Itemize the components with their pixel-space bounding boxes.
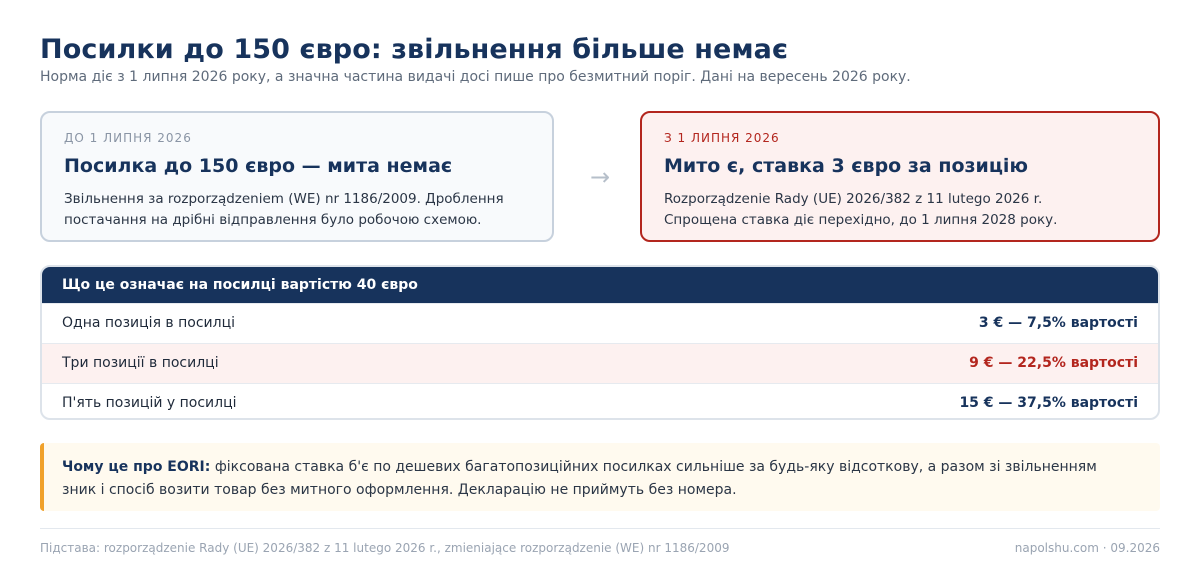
footer-site: napolshu.com · 09.2026 bbox=[1014, 541, 1160, 555]
before-card-title: Посилка до 150 євро — мита немає bbox=[64, 155, 453, 177]
before-card-body-line: постачання на дрібні відправлення було р… bbox=[64, 212, 482, 228]
note-lead: Чому це про EORI: bbox=[62, 459, 211, 475]
before-card-eyebrow: ДО 1 ЛИПНЯ 2026 bbox=[64, 131, 192, 145]
page-title: Посилки до 150 євро: звільнення більше н… bbox=[40, 34, 789, 65]
before-card: ДО 1 ЛИПНЯ 2026 Посилка до 150 євро — ми… bbox=[40, 111, 554, 242]
table-row: Одна позиція в посилці 3 € — 7,5% вартос… bbox=[42, 303, 1158, 343]
after-card: З 1 ЛИПНЯ 2026 Мито є, ставка 3 євро за … bbox=[640, 111, 1160, 242]
table-header: Що це означає на посилці вартістю 40 євр… bbox=[42, 267, 1158, 303]
before-card-body: Звільнення за rozporządzeniem (WE) nr 11… bbox=[64, 189, 530, 231]
row-label: Три позиції в посилці bbox=[62, 355, 219, 371]
example-table: Що це означає на посилці вартістю 40 євр… bbox=[40, 265, 1160, 420]
after-card-body-line: Спрощена ставка діє перехідно, до 1 липн… bbox=[664, 212, 1058, 228]
after-card-title: Мито є, ставка 3 євро за позицію bbox=[664, 155, 1028, 177]
row-value: 3 € — 7,5% вартості bbox=[978, 315, 1138, 331]
arrow-right-icon: → bbox=[589, 163, 611, 191]
note-line: Чому це про EORI: фіксована ставка б'є п… bbox=[62, 456, 1138, 479]
table-row: П'ять позицій у посилці 15 € — 37,5% вар… bbox=[42, 383, 1158, 418]
after-card-eyebrow: З 1 ЛИПНЯ 2026 bbox=[664, 131, 780, 145]
row-value: 9 € — 22,5% вартості bbox=[969, 355, 1138, 371]
row-label: П'ять позицій у посилці bbox=[62, 395, 237, 411]
after-card-body-line: Rozporządzenie Rady (UE) 2026/382 z 11 l… bbox=[664, 191, 1043, 207]
footer-divider bbox=[40, 528, 1160, 529]
note-line: зник і спосіб возити товар без митного о… bbox=[62, 482, 737, 498]
page-subtitle: Норма діє з 1 липня 2026 року, а значна … bbox=[40, 69, 911, 85]
before-card-body-line: Звільнення за rozporządzeniem (WE) nr 11… bbox=[64, 191, 504, 207]
row-value: 15 € — 37,5% вартості bbox=[959, 395, 1138, 411]
eori-note: Чому це про EORI: фіксована ставка б'є п… bbox=[40, 443, 1160, 511]
footer-source: Підстава: rozporządzenie Rady (UE) 2026/… bbox=[40, 541, 730, 555]
note-text: фіксована ставка б'є по дешевих багатопо… bbox=[210, 459, 1097, 475]
table-row-highlighted: Три позиції в посилці 9 € — 22,5% вартос… bbox=[42, 343, 1158, 383]
after-card-body: Rozporządzenie Rady (UE) 2026/382 z 11 l… bbox=[664, 189, 1136, 231]
row-label: Одна позиція в посилці bbox=[62, 315, 236, 331]
